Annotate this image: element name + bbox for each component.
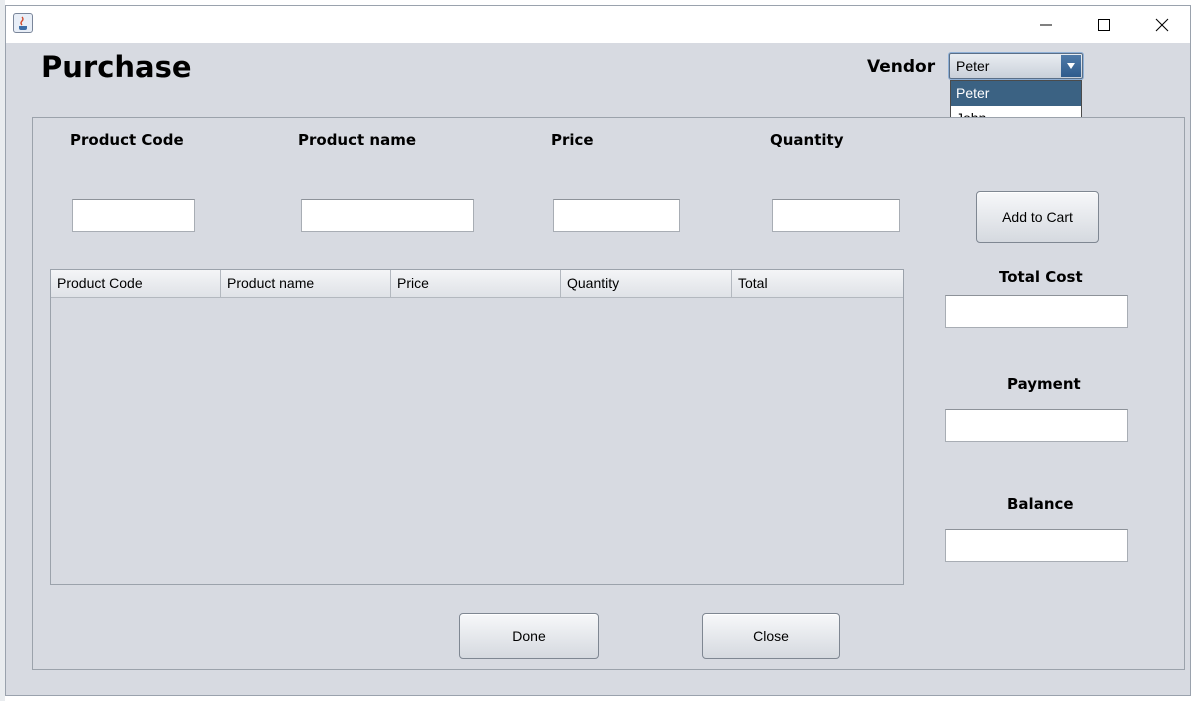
quantity-label: Quantity — [770, 131, 844, 149]
product-name-label: Product name — [298, 131, 417, 149]
product-name-input[interactable] — [301, 199, 474, 232]
close-icon — [1155, 18, 1169, 31]
minimize-button[interactable] — [1017, 6, 1075, 43]
column-total[interactable]: Total — [732, 270, 903, 297]
product-code-label: Product Code — [70, 131, 184, 149]
balance-field[interactable] — [945, 529, 1128, 562]
quantity-input[interactable] — [772, 199, 900, 232]
column-product-name[interactable]: Product name — [221, 270, 391, 297]
total-cost-label: Total Cost — [999, 268, 1083, 286]
column-quantity[interactable]: Quantity — [561, 270, 732, 297]
close-window-button[interactable] — [1133, 6, 1191, 43]
page-title: Purchase — [41, 50, 192, 84]
java-cup-icon — [13, 13, 33, 33]
vendor-selected-value: Peter — [956, 58, 990, 74]
title-bar — [6, 6, 1190, 43]
balance-label: Balance — [1007, 495, 1074, 513]
close-button[interactable]: Close — [702, 613, 840, 659]
maximize-button[interactable] — [1075, 6, 1133, 43]
column-product-code[interactable]: Product Code — [51, 270, 221, 297]
payment-field[interactable] — [945, 409, 1128, 442]
payment-label: Payment — [1007, 375, 1081, 393]
table-header: Product Code Product name Price Quantity… — [51, 270, 903, 298]
vendor-label: Vendor — [867, 57, 936, 77]
cart-table[interactable]: Product Code Product name Price Quantity… — [50, 269, 904, 585]
column-price[interactable]: Price — [391, 270, 561, 297]
price-label: Price — [551, 131, 594, 149]
chevron-down-icon[interactable] — [1061, 55, 1081, 77]
add-to-cart-button[interactable]: Add to Cart — [976, 191, 1099, 243]
vendor-option-peter[interactable]: Peter — [951, 81, 1081, 106]
maximize-icon — [1098, 18, 1110, 31]
vendor-select[interactable]: Peter — [949, 53, 1083, 79]
product-code-input[interactable] — [72, 199, 195, 232]
total-cost-field[interactable] — [945, 295, 1128, 328]
done-button[interactable]: Done — [459, 613, 599, 659]
price-input[interactable] — [553, 199, 680, 232]
minimize-icon — [1040, 24, 1052, 25]
purchase-window: Purchase Vendor Peter Peter John Product… — [5, 5, 1191, 696]
purchase-panel: Product Code Product name Price Quantity… — [32, 117, 1185, 670]
